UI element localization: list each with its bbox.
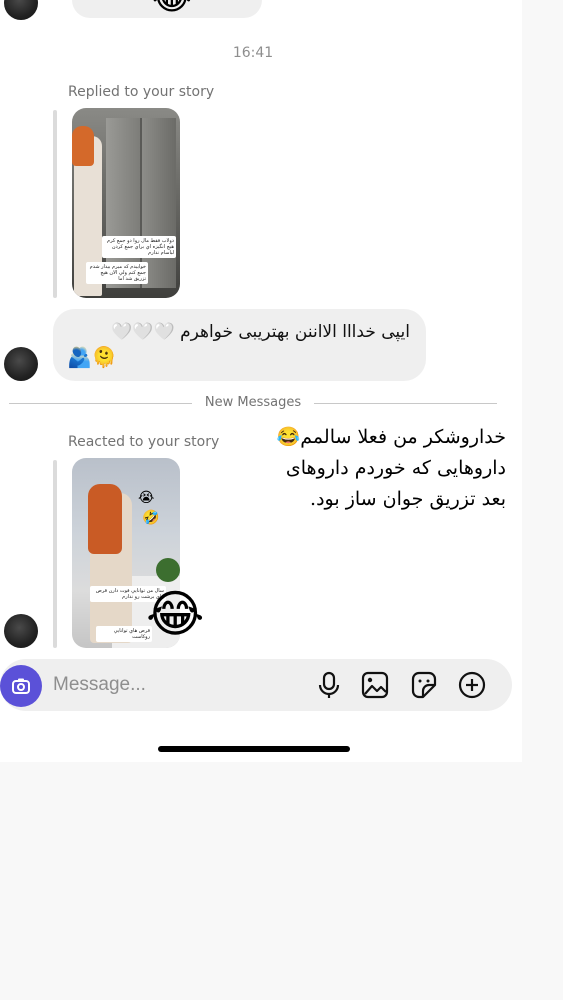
story-emoji: 😭 (138, 490, 155, 506)
message-text: ایپی خدااا الااننن بهتریبی خواهرم 🤍🤍🤍 (111, 322, 410, 342)
timestamp: 16:41 (232, 45, 274, 61)
story-person-scarf (72, 126, 94, 166)
avatar[interactable] (4, 614, 38, 648)
story-caption: دولاب فقط مال روا دو جمع كرم هيچ انگيزه … (102, 236, 176, 258)
divider-line (314, 403, 497, 404)
story-person-scarf (88, 484, 122, 554)
overlay-note-line: داروهایی که خوردم داروهای (285, 457, 506, 479)
avatar[interactable] (4, 347, 38, 381)
gallery-icon[interactable] (361, 670, 389, 700)
home-indicator (158, 746, 350, 752)
reaction-emoji: 😂 (152, 0, 192, 18)
camera-icon (12, 678, 30, 694)
story-caption: خوابيدم كه ميرم بيدار شدم جمع كنم ولي ال… (86, 262, 148, 284)
new-messages-divider: New Messages (204, 395, 302, 410)
plus-icon[interactable] (458, 670, 486, 700)
reply-indicator-bar (53, 110, 57, 298)
message-bubble[interactable]: ایپی خدااا الااننن بهتریبی خواهرم 🤍🤍🤍 🫂🫠 (53, 309, 426, 381)
reaction-emoji: 😂 (146, 585, 205, 643)
message-input[interactable] (53, 672, 293, 698)
overlay-note-line: خداروشکر من فعلا سالمم😂 (276, 426, 506, 448)
avatar[interactable] (4, 0, 38, 20)
camera-button[interactable] (0, 665, 42, 707)
message-emojis: 🫂🫠 (67, 345, 117, 369)
story-plant (156, 558, 180, 582)
divider-line (9, 403, 192, 404)
replied-story-label: Replied to your story (68, 84, 215, 100)
microphone-icon[interactable] (315, 670, 343, 700)
story-thumbnail[interactable]: دولاب فقط مال روا دو جمع كرم هيچ انگيزه … (72, 108, 180, 298)
chat-screen: 😂 16:41 Replied to your story دولاب فقط … (0, 0, 522, 762)
overlay-note-line: بعد تزریق جوان ساز بود. (310, 488, 506, 510)
story-emoji: 🤣 (142, 510, 160, 526)
sticker-icon[interactable] (410, 670, 438, 700)
reply-indicator-bar (53, 460, 57, 648)
overlay-note: خداروشکر من فعلا سالمم😂 داروهایی که خورد… (246, 422, 506, 515)
story-caption: قرص هاي توانایي روکاست (96, 626, 152, 642)
reacted-story-label: Reacted to your story (68, 434, 220, 450)
